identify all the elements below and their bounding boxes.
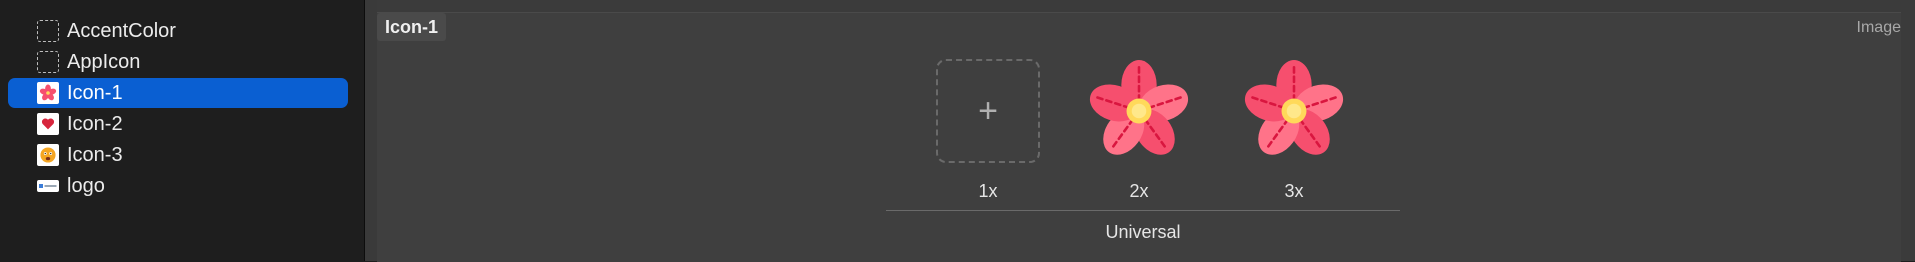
sidebar-item-label: logo [67,174,105,197]
slot-1x-empty[interactable]: + [936,59,1040,163]
sidebar-item-label: Icon-2 [67,112,123,135]
device-group-label: Universal [1105,222,1181,242]
scale-label-1x: 1x [978,181,998,201]
sidebar-item-icon-1[interactable]: Icon-1 [8,78,348,108]
asset-name-field[interactable]: Icon-1 [377,13,447,41]
plus-icon: + [978,92,998,130]
divider-line [364,0,365,261]
sidebar-item-icon-2[interactable]: Icon-2 [8,109,348,139]
scale-label-2x: 2x [1129,181,1149,201]
group-divider [886,210,1400,211]
sidebar-item-label: Icon-3 [67,143,123,166]
sidebar-item-label: AppIcon [67,50,141,73]
sidebar-item-icon-3[interactable]: Icon-3 [8,140,348,170]
dashed-square-icon [37,20,59,42]
asset-type-label: Image [1856,19,1901,36]
image-set-panel: Icon-1 Image + 1x 2x 3x Universal [377,12,1901,262]
dashed-square-icon [37,51,59,73]
flower-thumbnail-icon [37,82,59,104]
slot-2x-image[interactable] [1087,59,1191,163]
sidebar-item-logo[interactable]: logo [8,171,348,201]
slot-3x-image[interactable] [1242,59,1346,163]
logo-thumbnail-icon [37,180,59,192]
sidebar-item-label: Icon-1 [67,81,123,104]
flower-icon [1244,60,1344,155]
heart-thumbnail-icon [37,113,59,135]
asset-sidebar: AccentColor AppIcon Icon-1 Icon-2 Icon-3… [0,0,364,261]
face-thumbnail-icon [37,144,59,166]
flower-icon [1089,60,1189,155]
split-view-divider[interactable] [364,0,377,261]
asset-editor: Icon-1 Image + 1x 2x 3x Universal [377,0,1915,262]
sidebar-item-accentcolor[interactable]: AccentColor [8,16,348,46]
sidebar-item-appicon[interactable]: AppIcon [8,47,348,77]
sidebar-item-label: AccentColor [67,19,176,42]
scale-label-3x: 3x [1284,181,1304,201]
